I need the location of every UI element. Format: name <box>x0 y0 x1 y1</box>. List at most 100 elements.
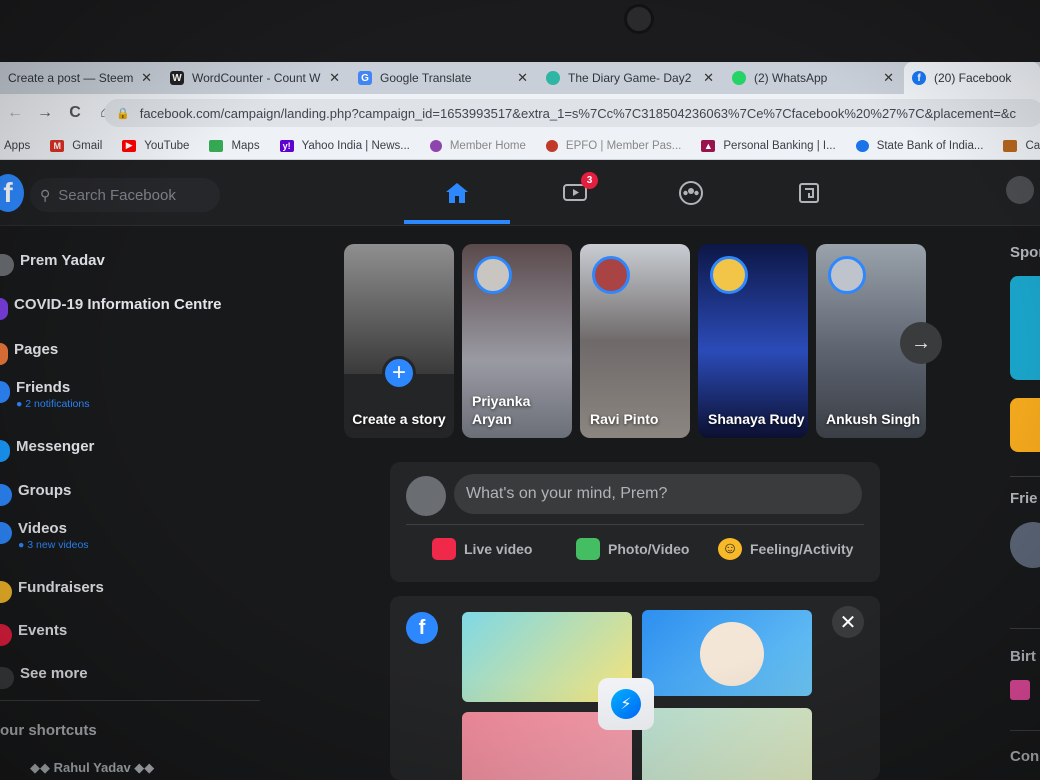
story-card[interactable]: Ravi Pinto <box>580 244 690 438</box>
active-tab-indicator <box>404 220 510 224</box>
story-card[interactable]: Priyanka Aryan <box>462 244 572 438</box>
fundraisers-icon <box>0 581 12 603</box>
sidebar-item-fundraisers[interactable]: Fundraisers <box>0 579 104 603</box>
bookmark-sbi[interactable]: State Bank of India... <box>855 139 984 152</box>
sidebar-item-events[interactable]: Events <box>0 622 67 646</box>
bookmark-catal[interactable]: Catal <box>1003 139 1040 152</box>
facebook-logo-icon[interactable]: f <box>0 174 24 212</box>
tab-google-translate[interactable]: G Google Translate ✕ <box>350 62 536 94</box>
bookmark-maps[interactable]: Maps <box>209 139 260 152</box>
feeling-activity-button[interactable]: ☺ Feeling/Activity <box>718 538 853 560</box>
bookmark-label: Catal <box>1025 139 1040 152</box>
right-divider <box>1010 730 1040 731</box>
tab-close-icon[interactable]: ✕ <box>883 70 894 86</box>
globe-icon <box>429 139 442 152</box>
story-name: Create a story <box>352 411 446 427</box>
composer-divider <box>406 524 864 525</box>
back-arrow-icon[interactable]: ← <box>0 104 30 122</box>
tab-whatsapp[interactable]: (2) WhatsApp ✕ <box>724 62 902 94</box>
epfo-icon <box>545 139 558 152</box>
bookmark-apps[interactable]: Apps <box>4 140 30 152</box>
photo-video-button[interactable]: Photo/Video <box>576 538 689 560</box>
tab-close-icon[interactable]: ✕ <box>141 70 152 86</box>
steemit-favicon-icon <box>546 71 560 85</box>
sidebar-item-messenger[interactable]: Messenger <box>0 438 94 462</box>
bookmark-label: Apps <box>4 139 31 152</box>
address-bar[interactable]: 🔒 facebook.com/campaign/landing.php?camp… <box>104 99 1040 127</box>
bookmark-gmail[interactable]: M Gmail <box>50 139 102 152</box>
bookmark-epfo[interactable]: EPFO | Member Pas... <box>545 139 681 152</box>
sidebar-divider <box>0 700 260 701</box>
sidebar-item-pages[interactable]: Pages <box>0 341 58 365</box>
reload-icon[interactable]: C <box>60 104 90 122</box>
live-video-button[interactable]: Live video <box>432 538 532 560</box>
sidebar-item-see-more[interactable]: See more <box>0 665 88 689</box>
lock-icon[interactable]: 🔒 <box>116 107 130 120</box>
gaming-icon[interactable] <box>794 178 824 208</box>
events-calendar-icon <box>0 624 12 646</box>
watch-icon[interactable]: 3 <box>560 172 598 208</box>
watch-badge: 3 <box>581 172 598 189</box>
tab-facebook[interactable]: f (20) Facebook <box>904 62 1040 94</box>
post-composer: What's on your mind, Prem? Live video Ph… <box>390 462 880 582</box>
facebook-favicon-icon: f <box>912 71 926 85</box>
sidebar-item-groups[interactable]: Groups <box>0 482 71 506</box>
bookmark-yahoo[interactable]: y! Yahoo India | News... <box>279 139 410 152</box>
sidebar-item-friends[interactable]: Friends ● 2 notifications <box>0 379 89 410</box>
close-icon[interactable]: ✕ <box>832 606 864 638</box>
story-avatar <box>710 256 748 294</box>
tab-label: Create a post — Steem <box>8 71 134 85</box>
sidebar-item-covid[interactable]: COVID-19 Information Centre <box>0 296 222 320</box>
messenger-icon: ⚡ <box>611 689 641 719</box>
right-sidebar: Spon Frie Birt Con <box>1006 226 1040 780</box>
shortcut-item[interactable]: ◆◆ Rahul Yadav ◆◆ <box>30 760 154 776</box>
tab-close-icon[interactable]: ✕ <box>329 70 340 86</box>
tab-label: WordCounter - Count W <box>192 71 321 85</box>
whats-on-your-mind-input[interactable]: What's on your mind, Prem? <box>454 474 862 514</box>
tab-steem[interactable]: Create a post — Steem ✕ <box>0 62 160 94</box>
groups-icon[interactable] <box>676 178 706 208</box>
sponsored-ad-image[interactable] <box>1010 398 1040 452</box>
sidebar-item-label: Messenger <box>16 438 95 455</box>
sidebar-item-videos[interactable]: Videos ● 3 new videos <box>0 520 89 551</box>
bookmark-label: Yahoo India | News... <box>301 139 410 152</box>
stories-next-arrow-icon[interactable]: → <box>900 322 942 364</box>
sidebar-item-profile[interactable]: Prem Yadav <box>0 252 105 276</box>
bookmark-member-home[interactable]: Member Home <box>429 139 526 152</box>
search-input[interactable]: ⚲ Search Facebook <box>30 178 220 212</box>
forward-arrow-icon[interactable]: → <box>30 104 60 122</box>
tab-label: Google Translate <box>380 71 472 85</box>
create-story-card[interactable]: + Create a story <box>344 244 454 438</box>
sidebar-item-label: Friends <box>16 379 71 396</box>
story-card[interactable]: Shanaya Rudy <box>698 244 808 438</box>
search-placeholder: Search Facebook <box>58 186 176 204</box>
pages-flag-icon <box>0 343 8 365</box>
home-icon[interactable] <box>442 178 472 208</box>
friend-requests-heading: Frie <box>1010 490 1038 507</box>
story-name: Priyanka Aryan <box>472 393 531 427</box>
avatar <box>406 476 446 516</box>
tab-diary-game[interactable]: The Diary Game- Day2 ✕ <box>538 62 722 94</box>
stories-tray: + Create a story Priyanka Aryan Ravi Pin… <box>344 244 944 440</box>
tab-label: The Diary Game- Day2 <box>568 71 692 85</box>
sponsored-heading: Spon <box>1010 244 1040 261</box>
profile-avatar[interactable] <box>1006 176 1034 204</box>
person-illustration <box>700 622 764 686</box>
sbi-icon <box>855 139 869 152</box>
tab-close-icon[interactable]: ✕ <box>517 70 528 86</box>
notification-count: ● 2 notifications <box>16 398 90 410</box>
google-translate-favicon-icon: G <box>358 71 372 85</box>
videos-icon <box>0 522 12 544</box>
gift-icon <box>1010 680 1030 700</box>
add-story-icon[interactable]: + <box>382 356 416 390</box>
contacts-heading: Con <box>1010 748 1040 765</box>
yahoo-icon: y! <box>279 139 294 152</box>
tab-wordcounter[interactable]: W WordCounter - Count W ✕ <box>162 62 348 94</box>
tab-close-icon[interactable]: ✕ <box>703 70 714 86</box>
avatar[interactable] <box>1010 522 1040 568</box>
bookmark-label: State Bank of India... <box>876 139 984 152</box>
sponsored-ad-image[interactable] <box>1010 276 1040 380</box>
bookmark-youtube[interactable]: ▶ YouTube <box>122 139 189 152</box>
browser-toolbar: ← → C ⌂ 🔒 facebook.com/campaign/landing.… <box>0 94 1040 132</box>
bookmark-axis[interactable]: ▲ Personal Banking | I... <box>701 139 836 152</box>
